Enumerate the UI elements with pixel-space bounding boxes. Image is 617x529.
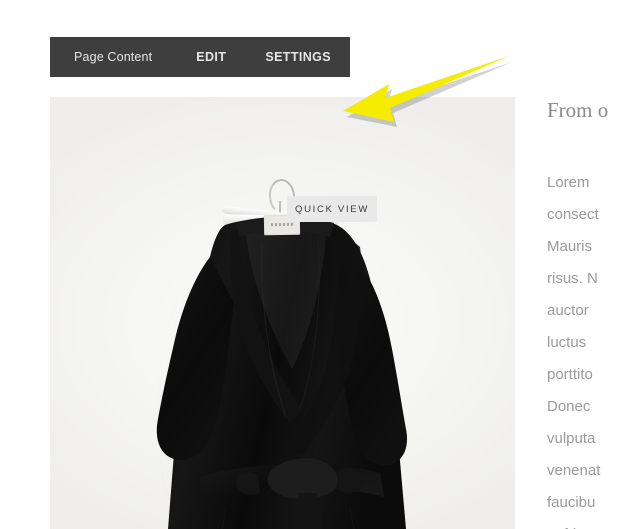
description-line: Mauris xyxy=(547,238,593,255)
description-heading: From o xyxy=(547,98,609,122)
description-line: vulputa xyxy=(547,430,596,447)
description-line: a, fring xyxy=(547,519,617,529)
quick-view-button[interactable]: QUICK VIEW xyxy=(287,196,377,222)
robe-garment xyxy=(156,217,408,529)
description-line: faucibu xyxy=(547,494,596,511)
editor-toolbar: Page Content EDIT SETTINGS xyxy=(50,37,350,77)
description-line: consect xyxy=(547,206,599,223)
product-image-panel[interactable]: QUICK VIEW xyxy=(50,97,515,529)
description-line: Lorem xyxy=(547,174,590,191)
quick-view-button-label: QUICK VIEW xyxy=(294,203,369,215)
toolbar-item-settings[interactable]: SETTINGS xyxy=(265,37,331,77)
product-description-column: From o Lorem consect Mauris risus. N auc… xyxy=(547,97,617,529)
description-line: porttito xyxy=(547,366,593,383)
product-photo xyxy=(50,97,515,529)
description-body: Lorem consect Mauris risus. N auctor luc… xyxy=(547,167,617,529)
toolbar-item-edit[interactable]: EDIT xyxy=(196,37,226,77)
description-line: Donec xyxy=(547,398,591,415)
description-line: venenat xyxy=(547,462,601,479)
description-line: auctor xyxy=(547,302,589,319)
description-line: risus. N xyxy=(547,270,598,287)
description-line: luctus xyxy=(547,334,587,351)
page-canvas: Page Content EDIT SETTINGS QUICK VIEW Fr… xyxy=(0,0,617,529)
toolbar-item-page-content[interactable]: Page Content xyxy=(74,37,152,77)
